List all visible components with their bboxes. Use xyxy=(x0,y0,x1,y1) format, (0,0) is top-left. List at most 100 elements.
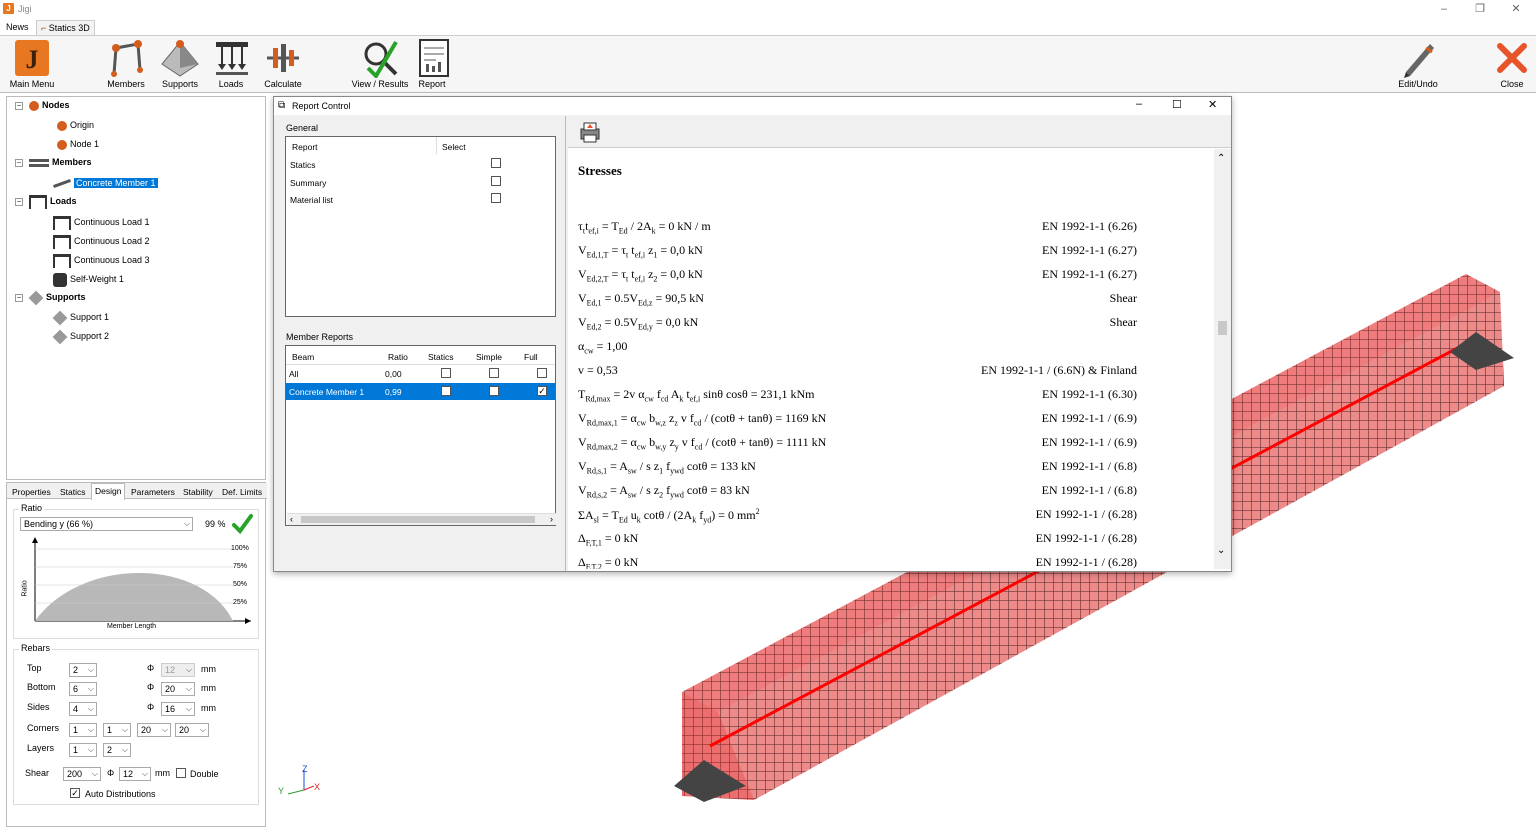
report-heading: Stresses xyxy=(578,163,622,178)
layers-select-2[interactable]: 2 ⌵ xyxy=(103,743,131,757)
all-simple-checkbox[interactable] xyxy=(489,368,499,378)
double-checkbox[interactable] xyxy=(176,768,186,778)
mm-unit: mm xyxy=(201,703,216,713)
restore-button[interactable]: ❐ xyxy=(1470,2,1490,16)
self-weight-icon xyxy=(53,272,67,287)
mr-header-simple: Simple xyxy=(476,352,502,362)
corners-select-4[interactable]: 20 ⌵ xyxy=(175,723,209,737)
tree-item-nodes[interactable]: Nodes xyxy=(29,97,70,113)
sides-count-select[interactable]: 4 ⌵ xyxy=(69,702,97,716)
ratio-select[interactable]: Bending y (66 %) ⌵ xyxy=(20,517,193,531)
report-equation-reference: EN 1992-1-1 (6.27) xyxy=(1042,243,1137,257)
collapse-supports-toggle[interactable]: − xyxy=(15,294,23,302)
mm-unit: mm xyxy=(201,683,216,693)
shear-diameter-select[interactable]: 12 ⌵ xyxy=(119,767,151,781)
sides-diameter-select[interactable]: 16 ⌵ xyxy=(161,702,195,716)
table-row[interactable]: Concrete Member 1 0,99 ✓ xyxy=(286,383,555,400)
dialog-minimize-button[interactable]: – xyxy=(1136,98,1142,110)
report-equation: VRd,s,1 = Asw / s z1 fywd cotθ = 133 kN xyxy=(578,459,756,476)
corners-select-3[interactable]: 20 ⌵ xyxy=(137,723,171,737)
collapse-members-toggle[interactable]: − xyxy=(15,159,23,167)
tree-item-support-2[interactable]: Support 2 xyxy=(52,328,109,345)
members-button[interactable]: Members xyxy=(102,38,150,89)
collapse-nodes-toggle[interactable]: − xyxy=(15,102,23,110)
node-icon xyxy=(57,139,67,150)
statics-select-checkbox[interactable] xyxy=(491,158,501,168)
supports-button[interactable]: Supports xyxy=(158,38,202,89)
loads-button[interactable]: Loads xyxy=(212,38,250,89)
continuous-load-icon xyxy=(53,234,71,249)
shear-spacing-select[interactable]: 200 ⌵ xyxy=(63,767,101,781)
edit-undo-button[interactable]: Edit/Undo xyxy=(1392,38,1444,89)
tree-item-loads[interactable]: Loads xyxy=(29,193,77,209)
minimize-button[interactable]: – xyxy=(1434,2,1454,16)
member-statics-checkbox[interactable] xyxy=(441,386,451,396)
report-vscrollbar[interactable]: ⌃ ⌄ xyxy=(1214,149,1231,569)
mr-header-full: Full xyxy=(524,352,538,362)
member-full-checkbox[interactable]: ✓ xyxy=(537,386,547,396)
report-button[interactable]: Report xyxy=(414,38,450,89)
corners-select-1[interactable]: 1 ⌵ xyxy=(69,723,97,737)
member-icon xyxy=(53,179,71,189)
chart-tick-100: 100% xyxy=(231,545,249,552)
scroll-right-icon[interactable]: › xyxy=(550,514,553,524)
tree-item-continuous-load-1[interactable]: Continuous Load 1 xyxy=(53,214,150,230)
scroll-thumb[interactable] xyxy=(1218,321,1227,335)
scroll-left-icon[interactable]: ‹ xyxy=(290,514,293,524)
tab-statics[interactable]: Statics xyxy=(57,485,89,499)
corners-select-2[interactable]: 1 ⌵ xyxy=(103,723,131,737)
model-tree: − Nodes Origin Node 1 − Members Concrete… xyxy=(6,96,266,480)
mr-header-beam: Beam xyxy=(292,352,315,362)
bottom-count-select[interactable]: 6 ⌵ xyxy=(69,682,97,696)
tab-design[interactable]: Design xyxy=(91,483,126,500)
tab-parameters[interactable]: Parameters xyxy=(128,485,178,499)
corners-label: Corners xyxy=(27,723,60,733)
summary-select-checkbox[interactable] xyxy=(491,176,501,186)
auto-distributions-checkbox[interactable]: ✓ xyxy=(70,788,80,798)
material-list-select-checkbox[interactable] xyxy=(491,193,501,203)
member-list-hscrollbar[interactable]: ‹ › xyxy=(287,513,556,525)
tree-item-continuous-load-3[interactable]: Continuous Load 3 xyxy=(53,252,150,268)
double-label: Double xyxy=(190,769,219,779)
calculate-button[interactable]: Calculate xyxy=(262,38,304,89)
top-count-select[interactable]: 2 ⌵ xyxy=(69,663,97,677)
app-window: J Jigi – ❐ ✕ News ⌐ Statics 3D J Main Me… xyxy=(0,0,1536,832)
print-icon[interactable] xyxy=(578,120,602,144)
tab-stability[interactable]: Stability xyxy=(180,485,216,499)
close-window-button[interactable]: ✕ xyxy=(1506,2,1526,16)
scroll-up-icon[interactable]: ⌃ xyxy=(1217,153,1225,164)
all-full-checkbox[interactable] xyxy=(537,368,547,378)
main-menu-button[interactable]: J Main Menu xyxy=(6,38,58,89)
layers-select-1[interactable]: 1 ⌵ xyxy=(69,743,97,757)
bottom-diameter-select[interactable]: 20 ⌵ xyxy=(161,682,195,696)
collapse-loads-toggle[interactable]: − xyxy=(15,198,23,206)
tree-item-supports[interactable]: Supports xyxy=(28,289,86,306)
tree-item-concrete-member-1[interactable]: Concrete Member 1 xyxy=(53,175,158,191)
members-icon xyxy=(111,40,143,77)
report-equation-reference: EN 1992-1-1 (6.26) xyxy=(1042,219,1137,233)
scroll-thumb[interactable] xyxy=(301,516,535,523)
tree-item-self-weight-1[interactable]: Self-Weight 1 xyxy=(53,271,124,287)
scroll-down-icon[interactable]: ⌄ xyxy=(1217,545,1225,556)
dialog-close-button[interactable]: ✕ xyxy=(1208,98,1217,111)
tree-item-members[interactable]: Members xyxy=(29,154,92,170)
top-diameter-select[interactable]: 12 ⌵ xyxy=(161,663,195,677)
tab-def-limits[interactable]: Def. Limits xyxy=(219,485,265,499)
report-equation: VRd,max,1 = αcw bw,z zz v fcd / (cotθ + … xyxy=(578,411,827,428)
tree-item-continuous-load-2[interactable]: Continuous Load 2 xyxy=(53,233,150,249)
close-button[interactable]: Close xyxy=(1492,38,1532,89)
tab-properties[interactable]: Properties xyxy=(9,485,54,499)
dialog-maximize-button[interactable]: ☐ xyxy=(1172,98,1182,111)
all-statics-checkbox[interactable] xyxy=(441,368,451,378)
table-row[interactable]: All 0,00 xyxy=(286,365,555,382)
tree-item-support-1[interactable]: Support 1 xyxy=(52,309,109,326)
tree-item-origin[interactable]: Origin xyxy=(57,117,94,133)
member-simple-checkbox[interactable] xyxy=(489,386,499,396)
tree-item-node-1[interactable]: Node 1 xyxy=(57,136,99,152)
mm-unit: mm xyxy=(155,768,170,778)
tab-statics-3d[interactable]: ⌐ Statics 3D xyxy=(36,20,95,35)
report-equation-reference: EN 1992-1-1 / (6.6N) & Finland xyxy=(981,363,1137,377)
view-results-button[interactable]: View / Results xyxy=(348,38,412,89)
dialog-title-bar: ⧉ Report Control – ☐ ✕ xyxy=(274,97,1231,115)
tab-news[interactable]: News xyxy=(2,20,33,35)
